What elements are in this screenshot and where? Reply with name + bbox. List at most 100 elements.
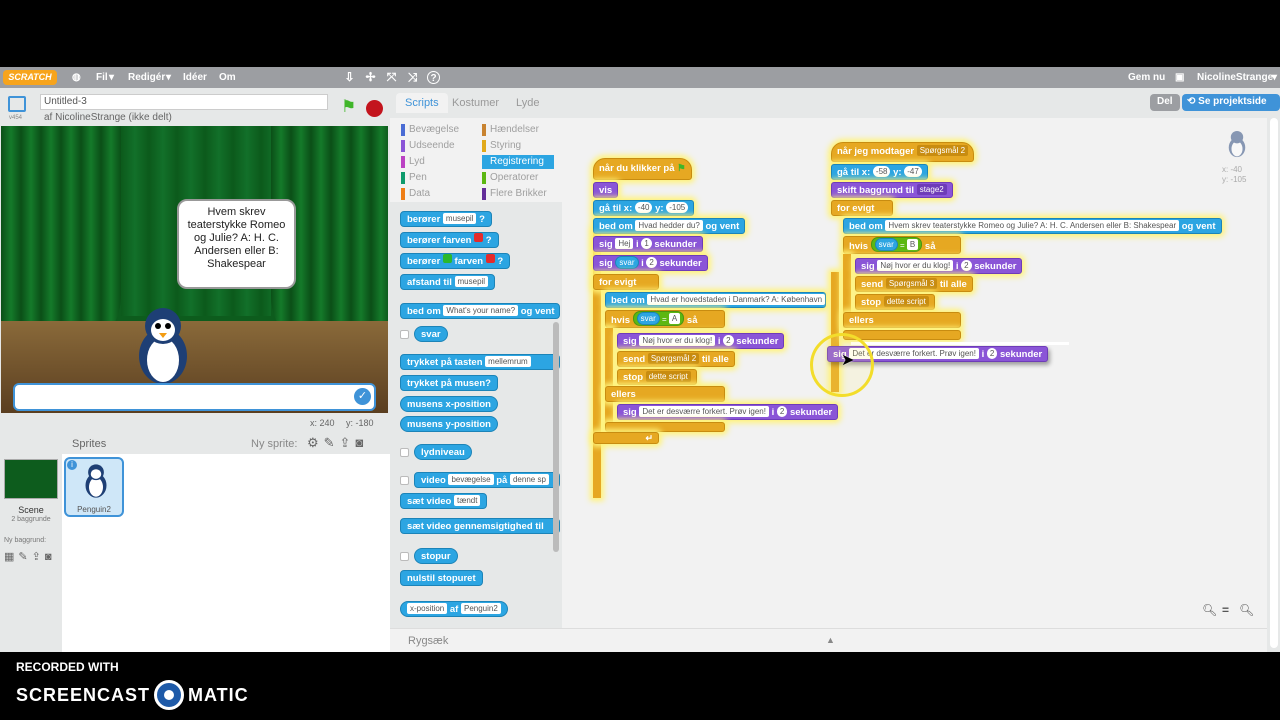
- palette-scrollbar[interactable]: [553, 322, 559, 552]
- block-field[interactable]: B: [906, 239, 919, 250]
- answer-input[interactable]: ✓: [13, 383, 376, 411]
- menu-edit[interactable]: Redigér: [128, 72, 165, 83]
- category-9[interactable]: Data: [401, 187, 430, 201]
- penguin-sprite[interactable]: [131, 306, 195, 386]
- scratch-logo[interactable]: SCRATCH: [3, 70, 57, 85]
- block-field[interactable]: 2: [776, 406, 788, 417]
- block-video-transparency[interactable]: sæt video gennemsigtighed til: [400, 518, 560, 534]
- block-dropdown[interactable]: bevægelse: [448, 474, 494, 485]
- block-turn-video[interactable]: sæt video tændt: [400, 493, 488, 509]
- block-field[interactable]: 2: [986, 348, 998, 359]
- block-field[interactable]: 2: [646, 257, 657, 268]
- category-3[interactable]: Udseende: [401, 139, 455, 153]
- block-field[interactable]: -47: [904, 166, 922, 177]
- scrollbar-thumb[interactable]: [1270, 118, 1278, 648]
- block-ask[interactable]: bed om Hvad hedder du? og vent: [593, 218, 746, 234]
- block-field[interactable]: 1: [641, 238, 652, 249]
- block-field[interactable]: Hvem skrev teaterstykke Romeo og Julie? …: [885, 220, 1180, 231]
- grow-icon[interactable]: ⤧: [385, 71, 398, 84]
- block-dropdown[interactable]: stage2: [916, 184, 947, 195]
- globe-icon[interactable]: ◍: [72, 72, 81, 83]
- scene-thumbnail[interactable]: [4, 459, 58, 499]
- operator-equals[interactable]: svar = A: [632, 311, 685, 326]
- category-6[interactable]: Registrering: [482, 155, 554, 169]
- block-dropdown[interactable]: mellemrum: [485, 356, 531, 367]
- checkbox[interactable]: [400, 476, 409, 485]
- block-field[interactable]: 2: [961, 260, 972, 271]
- block-dropdown[interactable]: Spørgsmål 2: [916, 145, 969, 156]
- category-5[interactable]: Lyd: [401, 155, 425, 169]
- block-mouse-y[interactable]: musens y-position: [400, 416, 498, 432]
- block-dropdown[interactable]: denne sp: [509, 474, 549, 485]
- zoom-out-icon[interactable]: 🔍︎: [1202, 603, 1217, 617]
- block-touching[interactable]: berører musepil ?: [400, 211, 492, 227]
- block-say[interactable]: sig Nøj hvor er du klog! i 2 sekunder: [855, 258, 1023, 274]
- block-field[interactable]: Nøj hvor er du klog!: [877, 260, 954, 271]
- backdrop-tools-icon[interactable]: ▦✎⇪◙: [4, 550, 55, 563]
- tab-scripts[interactable]: Scripts: [396, 93, 448, 113]
- block-color-touching[interactable]: berører farven ?: [400, 253, 511, 269]
- folder-icon[interactable]: ▣: [1175, 72, 1184, 83]
- block-video-motion[interactable]: video bevægelse på denne sp: [414, 472, 560, 488]
- block-dropdown[interactable]: musepil: [454, 276, 489, 287]
- zoom-reset-icon[interactable]: =: [1222, 603, 1229, 617]
- script1-hat[interactable]: når du klikker på ⚑: [593, 158, 692, 180]
- color-swatch[interactable]: [442, 254, 452, 263]
- block-stop[interactable]: stop dette script: [855, 294, 935, 310]
- sprite-tile-penguin[interactable]: i Penguin2: [64, 457, 124, 517]
- new-sprite-tools-icon[interactable]: ⚙✎⇪◙: [307, 435, 368, 451]
- help-icon[interactable]: ?: [427, 71, 440, 84]
- block-dropdown[interactable]: Penguin2: [460, 603, 501, 614]
- block-distance[interactable]: afstand til musepil: [400, 274, 496, 290]
- block-mouse-x[interactable]: musens x-position: [400, 396, 498, 412]
- block-loudness[interactable]: lydniveau: [414, 444, 472, 460]
- block-broadcast[interactable]: send Spørgsmål 3 til alle: [855, 276, 973, 292]
- block-key-pressed[interactable]: trykket på tasten mellemrum: [400, 354, 560, 370]
- block-field[interactable]: -105: [666, 202, 689, 213]
- block-stop[interactable]: stop dette script: [617, 369, 697, 385]
- reporter-answer[interactable]: svar: [615, 256, 639, 269]
- block-if-else[interactable]: hvis svar = B så: [843, 236, 961, 254]
- block-reset-timer[interactable]: nulstil stopuret: [400, 570, 483, 586]
- block-forever[interactable]: for evigt: [593, 274, 659, 290]
- block-goto[interactable]: gå til x: -40 y: -105: [593, 200, 695, 216]
- fullscreen-icon[interactable]: [8, 96, 26, 112]
- block-say[interactable]: sig Det er desværre forkert. Prøv igen! …: [617, 404, 839, 420]
- stage[interactable]: Hvem skrev teaterstykke Romeo og Julie? …: [1, 126, 388, 413]
- block-of[interactable]: x-position af Penguin2: [400, 601, 508, 617]
- delete-icon[interactable]: ✢: [364, 71, 377, 84]
- block-field[interactable]: What's your name?: [443, 305, 519, 316]
- block-field[interactable]: A: [668, 313, 681, 324]
- stop-sign-icon[interactable]: [366, 100, 383, 117]
- block-field[interactable]: 2: [723, 335, 734, 346]
- category-8[interactable]: Operatorer: [482, 171, 538, 185]
- checkbox[interactable]: [400, 552, 409, 561]
- block-show[interactable]: vis: [593, 182, 619, 198]
- shrink-icon[interactable]: ⤨: [406, 71, 419, 84]
- block-ask[interactable]: bed om Hvem skrev teaterstykke Romeo og …: [843, 218, 1222, 234]
- color-swatch[interactable]: [485, 254, 495, 263]
- category-2[interactable]: Hændelser: [482, 123, 539, 137]
- color-swatch[interactable]: [474, 233, 484, 242]
- chevron-up-icon[interactable]: ▲: [826, 635, 835, 645]
- category-1[interactable]: Bevægelse: [401, 123, 459, 137]
- checkbox[interactable]: [400, 330, 409, 339]
- block-broadcast[interactable]: send Spørgsmål 2 til alle: [617, 351, 735, 367]
- block-timer[interactable]: stopur: [414, 548, 458, 564]
- block-field[interactable]: -58: [872, 166, 891, 177]
- block-dropdown[interactable]: Spørgsmål 2: [647, 353, 700, 364]
- project-page-button[interactable]: ⟲ Se projektside: [1182, 94, 1280, 111]
- menu-about[interactable]: Om: [219, 72, 236, 83]
- block-dropdown[interactable]: dette script: [883, 296, 929, 307]
- block-say[interactable]: sig Hej i 1 sekunder: [593, 236, 703, 252]
- block-dropdown[interactable]: dette script: [645, 371, 691, 382]
- tab-sounds[interactable]: Lyde: [507, 93, 548, 113]
- menu-ideas[interactable]: Idéer: [183, 72, 207, 83]
- block-field[interactable]: Det er desværre forkert. Prøv igen!: [639, 406, 769, 417]
- category-4[interactable]: Styring: [482, 139, 521, 153]
- block-field[interactable]: Hej: [615, 238, 634, 249]
- block-field[interactable]: Hvad hedder du?: [635, 220, 703, 231]
- info-icon[interactable]: i: [67, 460, 77, 470]
- checkbox[interactable]: [400, 448, 409, 457]
- block-ask[interactable]: bed om What's your name? og vent: [400, 303, 560, 319]
